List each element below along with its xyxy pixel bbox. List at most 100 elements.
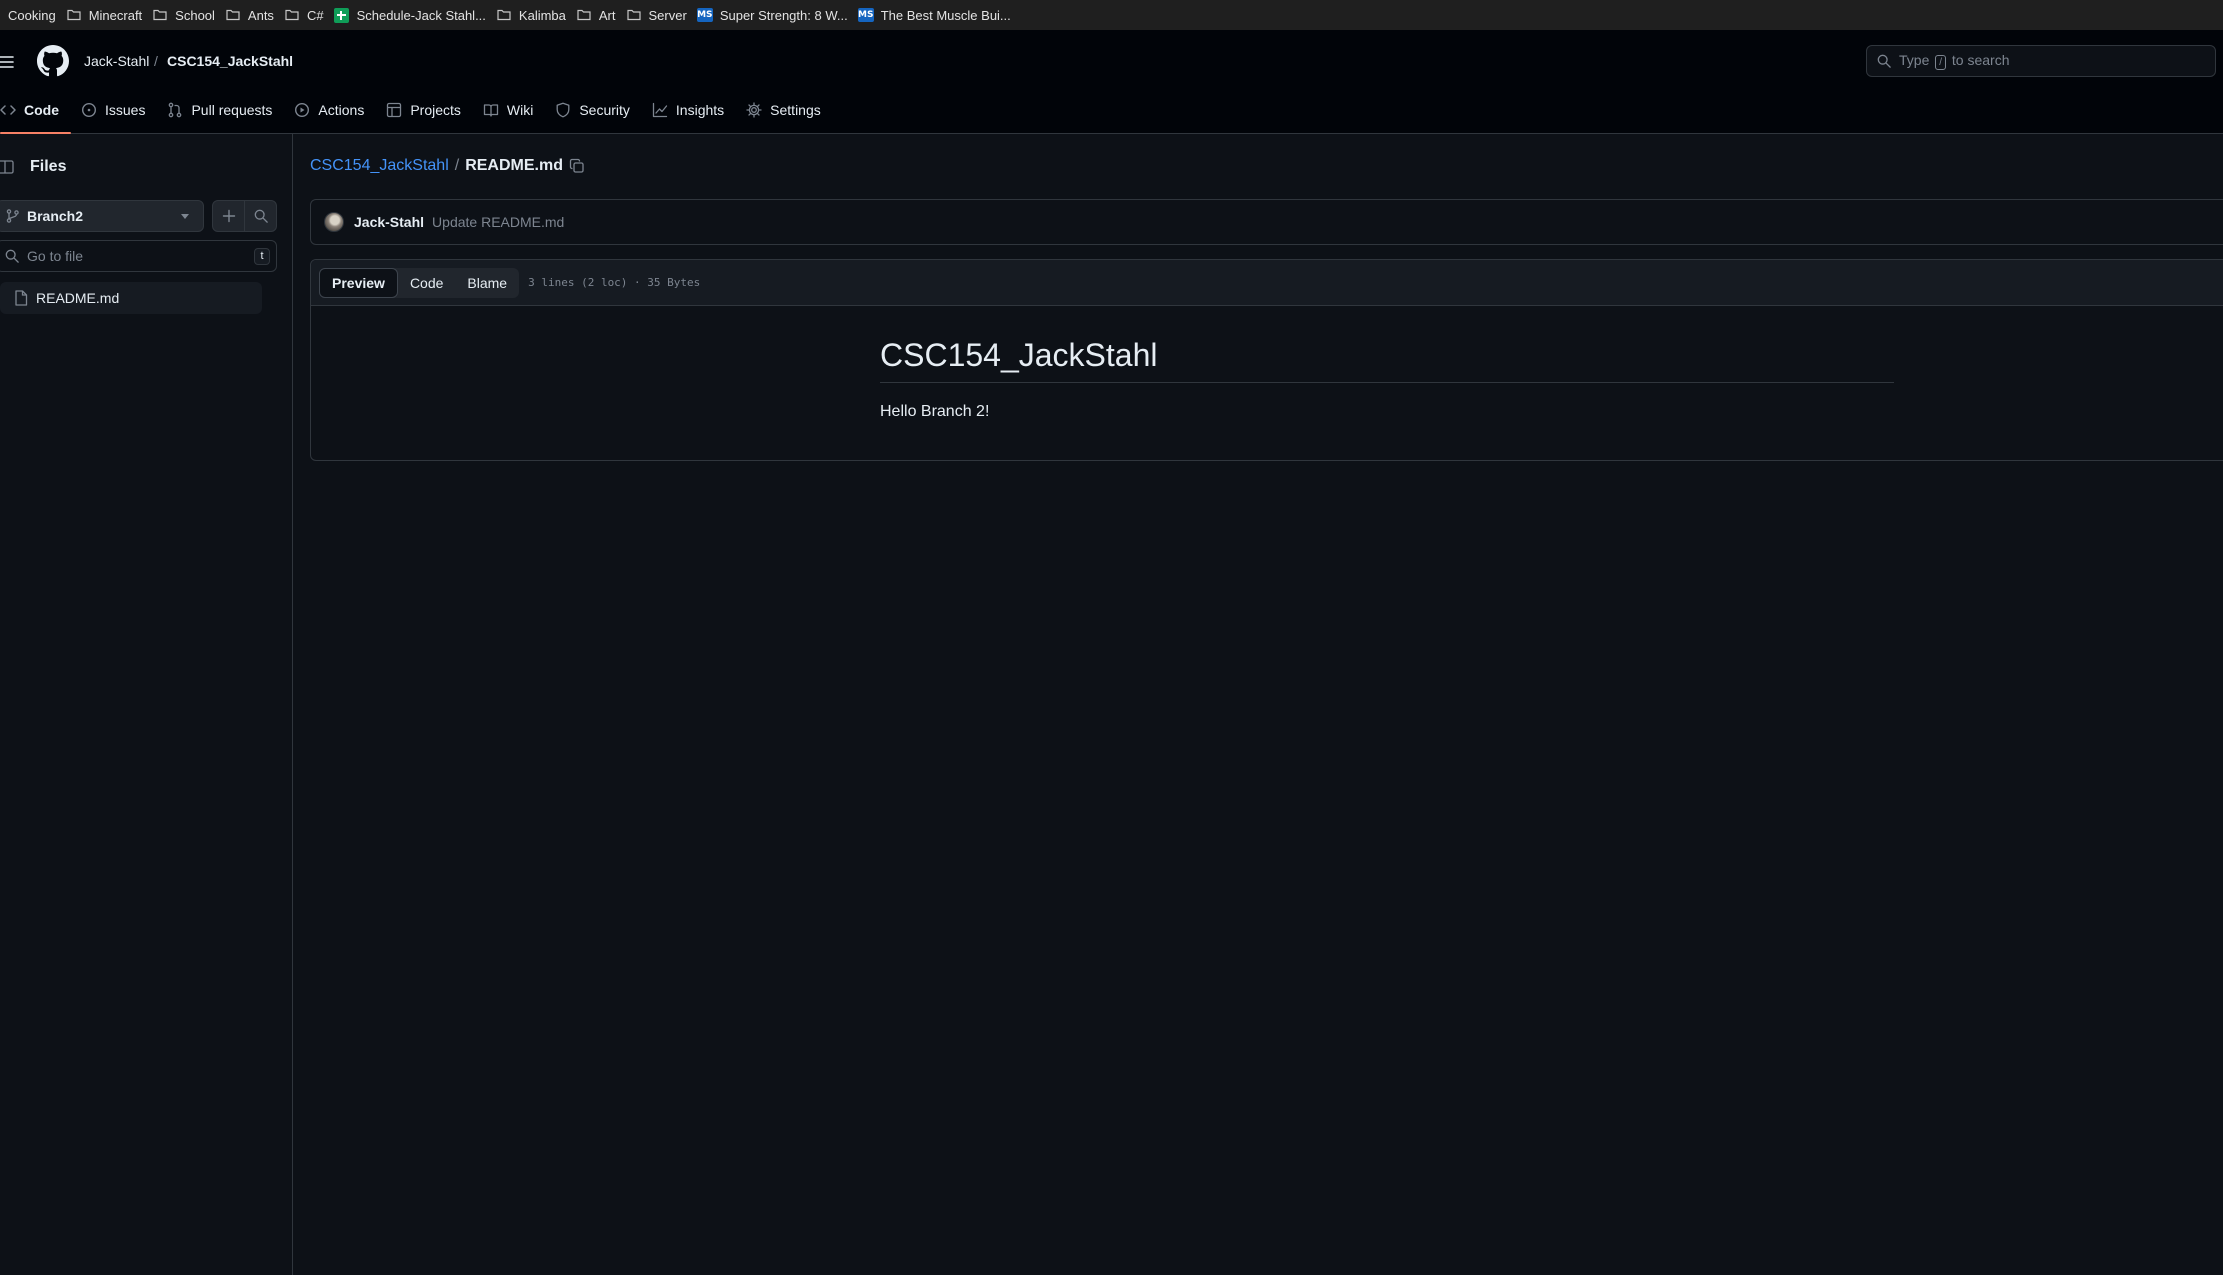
file-toolbar: Preview Code Blame 3 lines (2 loc) · 35 … (311, 260, 2223, 306)
issue-icon (81, 102, 97, 118)
code-button[interactable]: Code (398, 268, 455, 298)
collapse-sidebar-icon[interactable] (0, 159, 16, 175)
commit-message[interactable]: Update README.md (432, 214, 564, 230)
bookmark-server[interactable]: Server (626, 0, 697, 30)
shield-icon (555, 102, 571, 118)
bookmark-label: The Best Muscle Bui... (880, 7, 1011, 23)
branch-name: Branch2 (27, 208, 84, 224)
search-files-button[interactable] (244, 201, 276, 231)
folder-icon (152, 7, 168, 23)
search-placeholder: Type / to search (1899, 52, 2010, 70)
bookmark-art[interactable]: Art (576, 0, 626, 30)
tab-label: Code (24, 102, 59, 118)
view-mode-toggle: Preview Code Blame (319, 267, 520, 298)
folder-icon (225, 7, 241, 23)
tab-label: Insights (675, 102, 725, 118)
github-logo-icon[interactable] (37, 45, 69, 77)
tab-code[interactable]: Code (0, 86, 71, 134)
sheets-icon (334, 7, 350, 23)
file-path-breadcrumb: CSC154_JackStahl / README.md (310, 157, 585, 175)
latest-commit-bar: Jack-Stahl Update README.md (310, 199, 2223, 245)
blame-button[interactable]: Blame (455, 268, 519, 298)
chevron-down-icon (181, 214, 189, 219)
file-viewer: Preview Code Blame 3 lines (2 loc) · 35 … (310, 259, 2223, 461)
tab-settings[interactable]: Settings (736, 86, 833, 134)
bookmark-super-strength[interactable]: MS Super Strength: 8 W... (696, 0, 858, 30)
file-icon (14, 290, 28, 306)
commit-author[interactable]: Jack-Stahl (354, 214, 424, 230)
bookmark-kalimba[interactable]: Kalimba (496, 0, 576, 30)
folder-icon (576, 7, 592, 23)
go-to-file-input[interactable]: Go to file t (0, 240, 277, 272)
bookmark-label: Server (648, 7, 687, 23)
bookmark-label: Kalimba (518, 7, 566, 23)
tab-label: Wiki (506, 102, 534, 118)
go-to-file-placeholder: Go to file (27, 248, 84, 264)
folder-icon (626, 7, 642, 23)
bookmark-csharp[interactable]: C# (284, 0, 334, 30)
readme-preview: CSC154_JackStahl Hello Branch 2! (880, 337, 1894, 421)
bookmarks-bar: Cooking Minecraft School Ants C# Schedul… (0, 0, 2223, 30)
readme-heading: CSC154_JackStahl (880, 337, 1894, 383)
file-name: README.md (36, 290, 120, 306)
tab-label: Projects (410, 102, 461, 118)
tab-insights[interactable]: Insights (642, 86, 736, 134)
repo-header: Jack-Stahl / CSC154_JackStahl Type / to … (0, 30, 2223, 134)
bookmark-ants[interactable]: Ants (225, 0, 284, 30)
tab-issues[interactable]: Issues (71, 86, 157, 134)
path-file-name: README.md (465, 157, 563, 174)
bookmark-label: Minecraft (88, 7, 143, 23)
menu-icon[interactable] (0, 50, 20, 74)
tab-label: Issues (105, 102, 146, 118)
gear-icon (746, 102, 762, 118)
ms-icon: MS (857, 8, 874, 22)
bookmark-school[interactable]: School (152, 0, 225, 30)
code-icon (0, 102, 16, 118)
play-icon (294, 102, 310, 118)
bookmark-label: School (175, 7, 215, 23)
avatar[interactable] (324, 212, 344, 232)
tab-actions[interactable]: Actions (284, 86, 376, 134)
file-tree-item[interactable]: README.md (0, 282, 262, 314)
breadcrumb-repo[interactable]: CSC154_JackStahl (167, 53, 293, 69)
ms-icon: MS (696, 8, 713, 22)
tab-label: Settings (770, 102, 821, 118)
bookmark-label: Cooking (8, 7, 56, 23)
files-title: Files (30, 158, 67, 175)
tab-label: Security (579, 102, 630, 118)
path-repo-link[interactable]: CSC154_JackStahl (310, 157, 449, 175)
preview-button[interactable]: Preview (319, 267, 398, 298)
search-input[interactable]: Type / to search (1866, 45, 2216, 77)
table-icon (386, 102, 402, 118)
folder-icon (284, 7, 300, 23)
file-actions-group (212, 200, 277, 232)
copy-icon[interactable] (569, 158, 585, 174)
bookmark-label: Schedule-Jack Stahl... (356, 7, 486, 23)
tab-security[interactable]: Security (545, 86, 642, 134)
bookmark-muscle[interactable]: MS The Best Muscle Bui... (857, 0, 1021, 30)
tab-label: Pull requests (191, 102, 273, 118)
bookmark-label: Ants (247, 7, 274, 23)
search-icon (5, 249, 19, 263)
breadcrumb-separator: / (154, 53, 158, 69)
search-icon (254, 209, 268, 223)
search-icon (1877, 54, 1891, 68)
bookmark-schedule[interactable]: Schedule-Jack Stahl... (334, 0, 496, 30)
bookmark-label: Art (598, 7, 616, 23)
files-header: Files (0, 158, 66, 176)
tab-pull-requests[interactable]: Pull requests (157, 86, 284, 134)
branch-selector[interactable]: Branch2 (0, 200, 204, 232)
add-file-button[interactable] (213, 201, 244, 231)
tab-wiki[interactable]: Wiki (473, 86, 545, 134)
tab-projects[interactable]: Projects (376, 86, 473, 134)
breadcrumb-owner[interactable]: Jack-Stahl (84, 53, 149, 69)
folder-icon (496, 7, 512, 23)
keyboard-shortcut-badge: t (254, 248, 270, 265)
path-separator: / (454, 157, 460, 174)
bookmark-cooking[interactable]: Cooking (8, 0, 66, 30)
folder-icon (66, 7, 82, 23)
bookmark-label: Super Strength: 8 W... (719, 7, 848, 23)
bookmark-minecraft[interactable]: Minecraft (66, 0, 152, 30)
pull-request-icon (167, 102, 183, 118)
graph-icon (652, 102, 668, 118)
